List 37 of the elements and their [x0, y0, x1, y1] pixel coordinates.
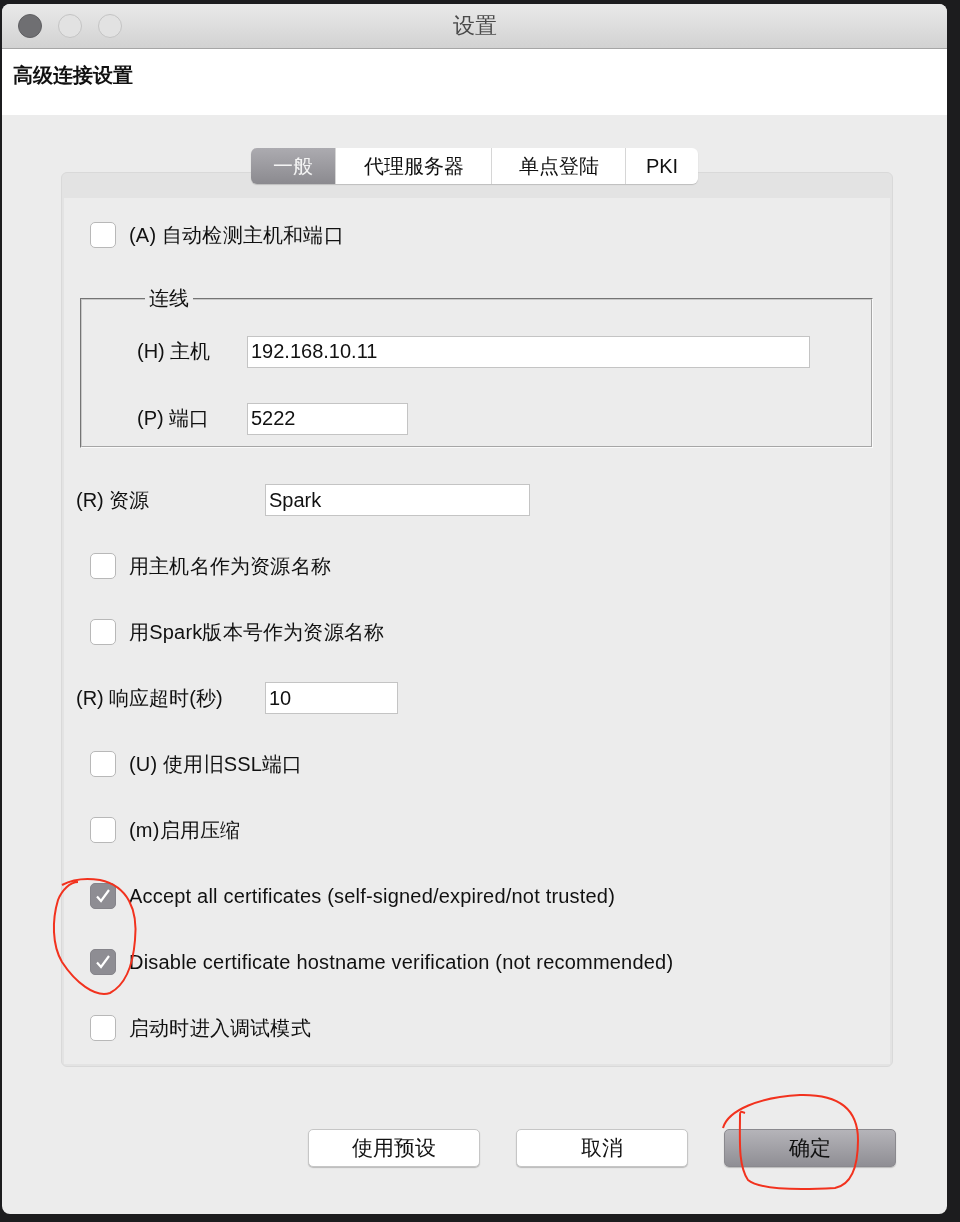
- checkbox[interactable]: [90, 751, 116, 777]
- tab[interactable]: 代理服务器: [335, 148, 491, 184]
- window-title: 设置: [452, 12, 497, 40]
- field-label: (R) 资源: [76, 487, 151, 513]
- text-field[interactable]: 192.168.10.11: [247, 335, 810, 368]
- tab[interactable]: 单点登陆: [491, 148, 625, 184]
- checkbox-label: (A) 自动检测主机和端口: [129, 222, 344, 248]
- close-button[interactable]: [18, 14, 42, 38]
- field-label: (R) 响应超时(秒): [76, 685, 224, 711]
- dialog-button[interactable]: 确定: [724, 1129, 896, 1167]
- tab[interactable]: PKI: [625, 148, 698, 184]
- checkbox[interactable]: [90, 817, 116, 843]
- checkbox-label: (U) 使用旧SSL端口: [129, 751, 303, 777]
- text-field[interactable]: 10: [265, 682, 398, 714]
- dialog-button[interactable]: 使用预设: [308, 1129, 480, 1167]
- text-field[interactable]: Spark: [265, 484, 530, 516]
- checkbox-label: (m)启用压缩: [129, 817, 241, 843]
- checkbox[interactable]: [90, 883, 116, 909]
- check-icon: [95, 954, 111, 970]
- checkbox[interactable]: [90, 553, 116, 579]
- checkbox-label: Accept all certificates (self-signed/expired/not trusted): [129, 884, 616, 908]
- checkbox[interactable]: [90, 222, 116, 248]
- minimize-button[interactable]: [58, 14, 82, 38]
- field-label: (H) 主机: [137, 339, 212, 364]
- checkbox-label: 用主机名作为资源名称: [129, 553, 331, 579]
- checkbox[interactable]: [90, 619, 116, 645]
- group-title: 连线: [148, 286, 190, 311]
- text-field[interactable]: 5222: [247, 402, 408, 435]
- field-label: (P) 端口: [137, 406, 211, 431]
- check-icon: [95, 888, 111, 904]
- dialog-button[interactable]: 取消: [516, 1129, 688, 1167]
- checkbox-label: 启动时进入调试模式: [129, 1015, 311, 1041]
- dialog-heading: 高级连接设置: [13, 64, 133, 86]
- checkbox[interactable]: [90, 949, 116, 975]
- zoom-button[interactable]: [98, 14, 122, 38]
- checkbox[interactable]: [90, 1015, 116, 1041]
- checkbox-label: 用Spark版本号作为资源名称: [129, 619, 385, 645]
